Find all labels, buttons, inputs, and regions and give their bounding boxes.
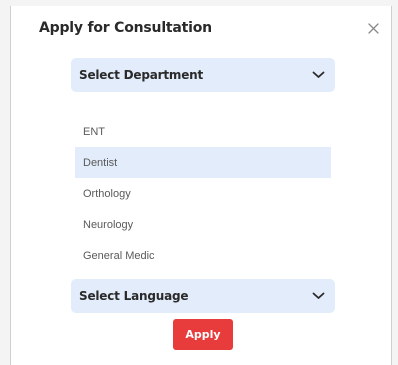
department-select[interactable]: Select Department: [71, 58, 335, 92]
department-option-ent[interactable]: ENT: [75, 116, 331, 147]
language-select[interactable]: Select Language: [71, 279, 335, 313]
department-options-list: ENT Dentist Orthology Neurology General …: [75, 116, 331, 271]
chevron-down-icon: [312, 71, 325, 78]
department-select-label: Select Department: [79, 68, 204, 82]
close-icon: [367, 22, 379, 34]
department-option-general-medic[interactable]: General Medic: [75, 240, 331, 271]
chevron-down-icon: [312, 292, 325, 299]
department-option-orthology[interactable]: Orthology: [75, 178, 331, 209]
language-select-label: Select Language: [79, 289, 189, 303]
consultation-modal: Apply for Consultation Select Department…: [10, 6, 392, 365]
close-button[interactable]: [363, 18, 383, 38]
department-option-neurology[interactable]: Neurology: [75, 209, 331, 240]
department-option-dentist[interactable]: Dentist: [75, 147, 331, 178]
modal-title: Apply for Consultation: [39, 20, 212, 36]
apply-button[interactable]: Apply: [173, 319, 233, 350]
